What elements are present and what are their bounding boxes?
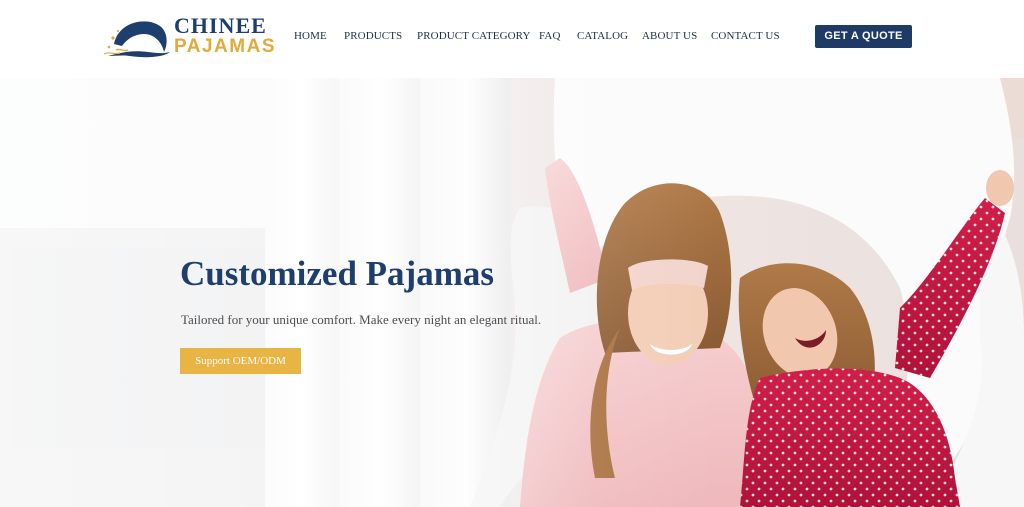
hero-subtitle: Tailored for your unique comfort. Make e…: [181, 312, 542, 327]
brand-name-line1: CHINEE: [174, 13, 267, 38]
brand-logo[interactable]: CHINEE PAJAMAS: [104, 13, 276, 60]
hero-title: Customized Pajamas: [180, 254, 494, 293]
nav-item-catalog[interactable]: CATALOG: [577, 29, 628, 43]
moon-wave-logo-icon: [104, 21, 170, 58]
get-a-quote-button[interactable]: GET A QUOTE: [815, 25, 912, 48]
hero-overlay: [0, 78, 1024, 507]
nav-item-about-us[interactable]: ABOUT US: [642, 29, 697, 43]
hero-section: Customized Pajamas Tailored for your uni…: [0, 78, 1024, 507]
support-oem-odm-button[interactable]: Support OEM/ODM: [180, 348, 301, 374]
site-header: CHINEE PAJAMAS HOME PRODUCTS PRODUCT CAT…: [0, 0, 1024, 78]
nav-item-faq[interactable]: FAQ: [539, 29, 561, 43]
nav-item-products[interactable]: PRODUCTS: [344, 29, 402, 43]
brand-name-line2: PAJAMAS: [174, 36, 276, 57]
nav-item-product-category[interactable]: PRODUCT CATEGORY: [417, 29, 531, 43]
nav-item-contact-us[interactable]: CONTACT US: [711, 29, 780, 43]
nav-item-home[interactable]: HOME: [294, 29, 327, 43]
